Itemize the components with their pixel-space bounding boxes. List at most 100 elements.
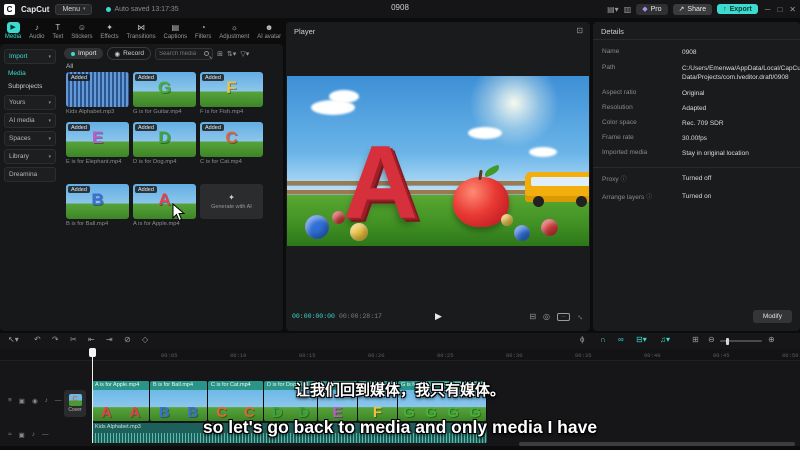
timeline-zoom-slider[interactable] <box>720 337 762 345</box>
menu-button[interactable]: Menu ▾ <box>55 3 93 15</box>
cover-button[interactable]: C Cover <box>64 390 86 417</box>
play-button[interactable]: ▶ <box>435 311 442 322</box>
sidebar-item-spaces[interactable]: Spaces ▾ <box>4 131 56 146</box>
media-item-name: D is for Dog.mp4 <box>133 159 177 165</box>
timeline-horizontal-scrollbar[interactable] <box>519 442 795 446</box>
generate-with-ai-tile[interactable]: ✦ Generate with AI <box>200 184 263 219</box>
sidebar-item-import[interactable]: Import ▾ <box>4 49 56 64</box>
media-item[interactable]: Added D <box>133 122 196 157</box>
audio-icon: ♪ <box>34 22 39 32</box>
media-item[interactable]: Added G <box>133 72 196 107</box>
sidebar-item-library[interactable]: Library ▾ <box>4 149 56 164</box>
timeline-ruler[interactable]: 00:05 00:10 00:15 00:20 00:25 00:30 00:3… <box>0 349 800 361</box>
search-input[interactable] <box>159 50 203 57</box>
magnetic-snap-icon[interactable]: ∩ <box>600 335 606 344</box>
details-panel: Details Name 0908 Path C:/Users/Emenwa/App… <box>593 22 800 331</box>
cover-thumbnail: C <box>68 394 82 406</box>
filter-icon[interactable]: ▽▾ <box>240 50 249 58</box>
maximize-button[interactable]: □ <box>777 5 782 14</box>
select-tool-icon[interactable]: ↖▾ <box>8 335 19 344</box>
timeline-clip-b[interactable]: B is for Ball.mp4 BB <box>150 381 208 421</box>
redo-icon[interactable]: ↷ <box>52 335 59 344</box>
cloud-graphic <box>468 127 503 139</box>
mute-icon[interactable]: ♪ <box>32 431 35 439</box>
record-button[interactable]: ◉ Record <box>107 47 152 60</box>
share-button[interactable]: ↗ Share <box>672 3 713 15</box>
delete-right-icon[interactable]: ⇥ <box>106 335 113 344</box>
split-icon[interactable]: ✂ <box>70 335 77 344</box>
media-item-name: C is for Cat.mp4 <box>200 159 242 165</box>
preview-axis-icon[interactable]: ⊟▾ <box>636 335 647 344</box>
media-item-audio[interactable]: Added <box>66 72 129 107</box>
collapse-icon[interactable]: — <box>42 431 49 439</box>
media-item[interactable]: Added A <box>133 184 196 219</box>
media-search[interactable] <box>155 47 214 60</box>
grid-icon[interactable]: ⊞ <box>692 335 699 344</box>
modify-button[interactable]: Modify <box>752 310 792 323</box>
added-badge: Added <box>135 186 157 193</box>
sidebar-item-subprojects[interactable]: Subprojects <box>8 83 57 90</box>
timeline-clip-a[interactable]: A is for Apple.mp4 AA <box>92 381 150 421</box>
track-options-icon[interactable]: ≡ <box>8 397 12 405</box>
media-item[interactable]: Added C <box>200 122 263 157</box>
export-icon: ↑ <box>723 5 727 13</box>
import-dot-icon <box>71 51 75 56</box>
player-options-icon[interactable]: ⊡ <box>576 26 583 35</box>
media-item[interactable]: Added E <box>66 122 129 157</box>
media-item[interactable]: Added B <box>66 184 129 219</box>
export-button[interactable]: ↑ Export <box>717 4 758 14</box>
tab-text[interactable]: T Text <box>49 23 66 40</box>
audio-levels-icon[interactable]: ♫▾ <box>660 335 670 344</box>
tab-stickers[interactable]: ☺ Stickers <box>68 23 95 40</box>
zoom-out-icon[interactable]: ⊖ <box>708 335 715 344</box>
media-item[interactable]: Added F <box>200 72 263 107</box>
sidebar-item-ai-media[interactable]: AI media ▾ <box>4 113 56 128</box>
lock-icon[interactable]: ▣ <box>19 431 25 439</box>
minimize-button[interactable]: ─ <box>765 5 771 14</box>
link-clips-icon[interactable]: ∞ <box>618 335 624 344</box>
tab-audio[interactable]: ♪ Audio <box>26 23 47 40</box>
tab-filters[interactable]: ◔ Filters <box>192 23 214 40</box>
sort-icon[interactable]: ⇅▾ <box>227 50 236 58</box>
tab-effects[interactable]: ✦ Effects <box>98 23 122 40</box>
undo-icon[interactable]: ↶ <box>34 335 41 344</box>
playhead-line[interactable] <box>92 349 93 443</box>
grid-view-icon[interactable]: ⊞ <box>217 50 223 58</box>
import-button[interactable]: Import <box>64 48 104 59</box>
search-icon[interactable] <box>204 51 210 56</box>
sidebar-item-dreamina[interactable]: Dreamina <box>4 167 56 182</box>
delete-left-icon[interactable]: ⇤ <box>88 335 95 344</box>
tab-captions[interactable]: ▤ Captions <box>161 23 191 40</box>
mute-icon[interactable]: ♪ <box>45 397 48 405</box>
tab-media[interactable]: ▶ Media <box>2 22 24 40</box>
lock-icon[interactable]: ▣ <box>19 397 25 405</box>
close-button[interactable]: ✕ <box>789 5 796 14</box>
panel-adjust-icon[interactable]: ▥ <box>624 5 632 14</box>
record-icon: ◉ <box>114 50 121 58</box>
collapse-icon[interactable]: — <box>55 397 62 405</box>
sidebar-item-media[interactable]: Media <box>8 70 57 77</box>
voiceover-mic-icon[interactable]: ɸ <box>580 335 584 344</box>
preview-quality-icon[interactable]: ⊟ <box>529 312 536 321</box>
video-preview[interactable]: A <box>287 76 589 246</box>
zoom-slider-knob[interactable] <box>726 337 729 345</box>
effects-icon: ✦ <box>106 22 113 32</box>
tracking-icon[interactable]: ◎ <box>543 312 550 321</box>
ratio-icon[interactable]: ⋯ <box>557 312 570 321</box>
tab-adjustment[interactable]: ☼ Adjustment <box>216 23 252 40</box>
delete-icon[interactable]: ⊘ <box>124 335 131 344</box>
keyframe-icon[interactable]: ◇ <box>142 335 148 344</box>
timeline-clip-c[interactable]: C is for Cat.mp4 CC <box>208 381 264 421</box>
tab-transitions[interactable]: ⋈ Transitions <box>124 23 159 40</box>
sidebar-item-yours[interactable]: Yours ▾ <box>4 95 56 110</box>
zoom-in-icon[interactable]: ⊕ <box>768 335 775 344</box>
layout-toggle-icon[interactable]: ▤▾ <box>607 5 619 14</box>
fullscreen-icon[interactable]: ↔ <box>575 310 587 322</box>
detail-row-resolution: Resolution Adapted <box>602 104 707 112</box>
eye-icon[interactable]: ◉ <box>32 397 38 405</box>
chevron-down-icon: ▾ <box>48 135 51 142</box>
pro-button[interactable]: ◆ Pro <box>636 3 668 15</box>
waveform-icon[interactable]: ≈ <box>8 431 12 439</box>
school-bus-graphic <box>525 171 589 207</box>
tab-ai-avatar[interactable]: ☻ AI avatar <box>254 23 284 40</box>
